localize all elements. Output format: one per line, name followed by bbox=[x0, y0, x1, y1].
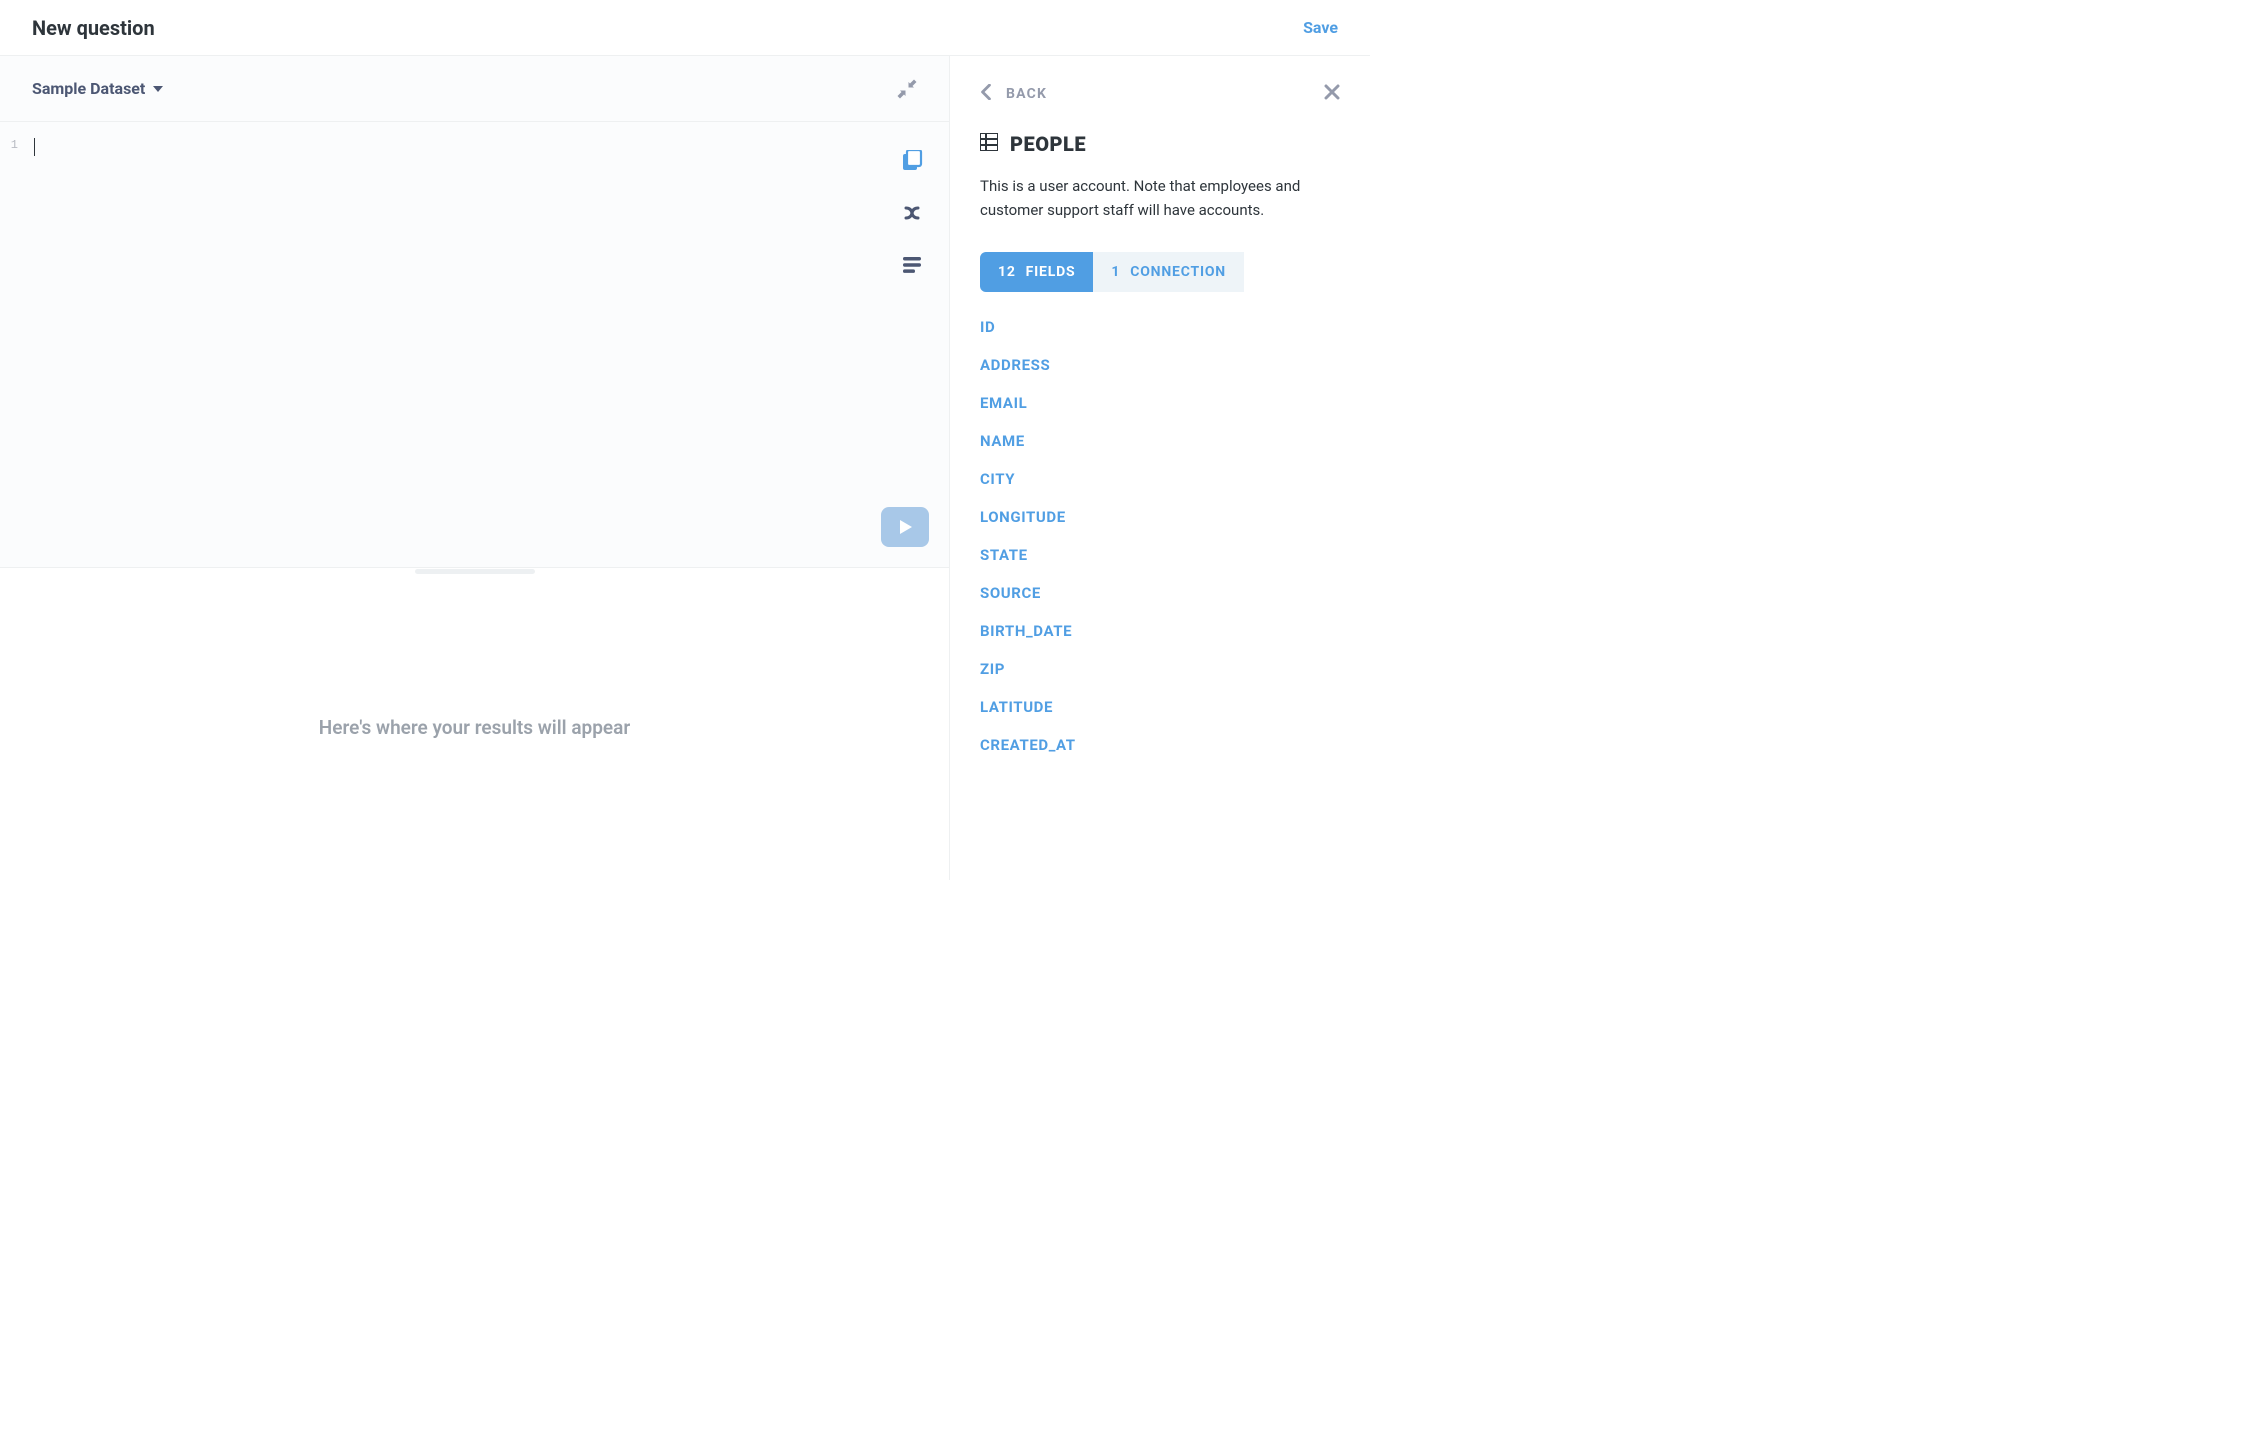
code-input[interactable] bbox=[26, 122, 949, 567]
field-item[interactable]: LATITUDE bbox=[980, 698, 1340, 716]
field-item[interactable]: BIRTH_DATE bbox=[980, 622, 1340, 640]
back-button[interactable]: BACK bbox=[980, 84, 1047, 104]
field-item[interactable]: STATE bbox=[980, 546, 1340, 564]
field-item[interactable]: CITY bbox=[980, 470, 1340, 488]
fields-list: ID ADDRESS EMAIL NAME CITY LONGITUDE STA… bbox=[980, 318, 1340, 754]
main-area: Sample Dataset 1 bbox=[0, 56, 1370, 880]
dataset-bar: Sample Dataset bbox=[0, 56, 949, 122]
page-title: New question bbox=[32, 16, 155, 40]
field-item[interactable]: ZIP bbox=[980, 660, 1340, 678]
table-title-row: PEOPLE bbox=[980, 132, 1340, 156]
editor-sidebar-icons bbox=[901, 150, 923, 276]
field-item[interactable]: LONGITUDE bbox=[980, 508, 1340, 526]
top-bar: New question Save bbox=[0, 0, 1370, 56]
tab-fields-label: FIELDS bbox=[1026, 264, 1076, 280]
save-button[interactable]: Save bbox=[1303, 18, 1338, 37]
tab-connections-count: 1 bbox=[1111, 264, 1120, 280]
data-reference-panel: BACK PEOPLE This is a user account. Note… bbox=[950, 56, 1370, 880]
table-icon bbox=[980, 133, 998, 155]
run-query-button[interactable] bbox=[881, 507, 929, 547]
field-item[interactable]: NAME bbox=[980, 432, 1340, 450]
cursor bbox=[34, 138, 35, 156]
results-area: Here's where your results will appear bbox=[0, 574, 949, 880]
tab-fields[interactable]: 12 FIELDS bbox=[980, 252, 1093, 292]
table-title: PEOPLE bbox=[1010, 132, 1086, 156]
panel-header: BACK bbox=[980, 84, 1340, 104]
field-item[interactable]: ID bbox=[980, 318, 1340, 336]
dataset-label: Sample Dataset bbox=[32, 79, 145, 98]
tab-fields-count: 12 bbox=[998, 264, 1016, 280]
close-icon bbox=[1324, 85, 1340, 104]
field-item[interactable]: EMAIL bbox=[980, 394, 1340, 412]
snippets-icon[interactable] bbox=[901, 254, 923, 276]
tabs: 12 FIELDS 1 CONNECTION bbox=[980, 252, 1340, 292]
line-number: 1 bbox=[0, 138, 18, 152]
field-item[interactable]: SOURCE bbox=[980, 584, 1340, 602]
data-reference-icon[interactable] bbox=[901, 150, 923, 172]
contract-icon[interactable] bbox=[897, 79, 917, 99]
chevron-down-icon bbox=[153, 79, 163, 98]
close-button[interactable] bbox=[1324, 84, 1340, 104]
editor-gutter: 1 bbox=[0, 122, 26, 567]
left-pane: Sample Dataset 1 bbox=[0, 56, 950, 880]
tab-connections-label: CONNECTION bbox=[1130, 264, 1226, 280]
chevron-left-icon bbox=[980, 84, 992, 104]
tab-connections[interactable]: 1 CONNECTION bbox=[1093, 252, 1244, 292]
variables-icon[interactable] bbox=[901, 202, 923, 224]
back-label: BACK bbox=[1006, 86, 1047, 102]
field-item[interactable]: CREATED_AT bbox=[980, 736, 1340, 754]
editor-area: 1 bbox=[0, 122, 949, 568]
table-description: This is a user account. Note that employ… bbox=[980, 174, 1340, 222]
dataset-selector[interactable]: Sample Dataset bbox=[32, 79, 163, 98]
field-item[interactable]: ADDRESS bbox=[980, 356, 1340, 374]
results-placeholder: Here's where your results will appear bbox=[319, 716, 630, 739]
